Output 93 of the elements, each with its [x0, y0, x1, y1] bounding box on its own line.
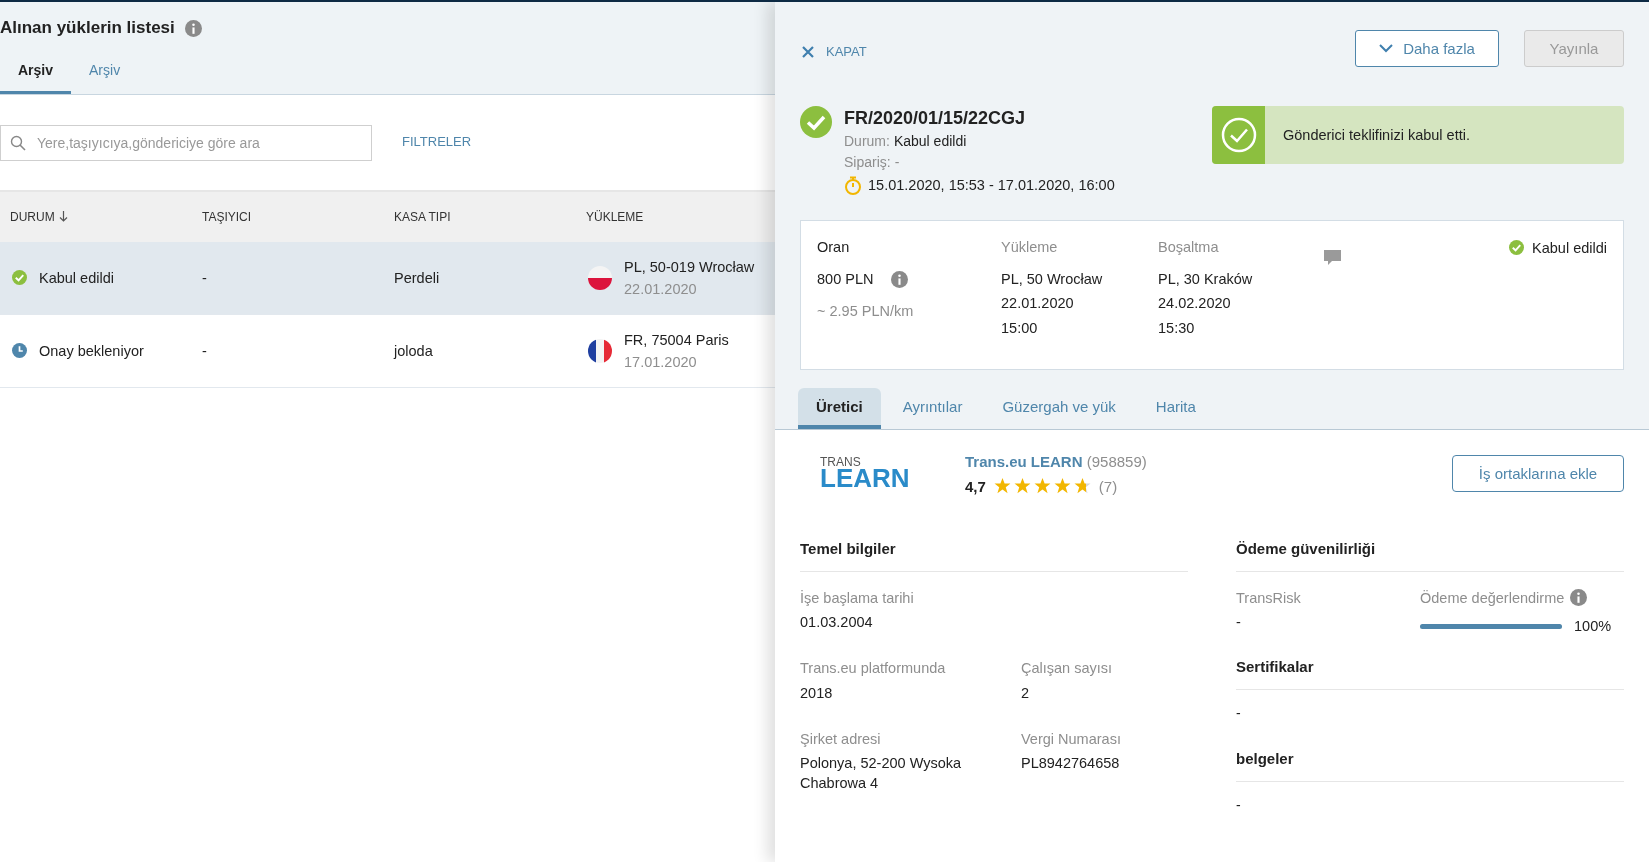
loading-label: Yükleme — [1001, 237, 1059, 257]
info-icon[interactable] — [891, 270, 909, 288]
order-label: Sipariş: — [844, 152, 891, 172]
search-field[interactable]: Yere,taşıyıcıya,göndericiye göre ara — [0, 124, 372, 161]
star-icon — [1053, 478, 1071, 495]
check-circle-icon — [12, 270, 27, 286]
star-icon — [993, 478, 1011, 495]
loading-date: 22.01.2020 — [624, 280, 698, 299]
check-circle-icon — [800, 106, 832, 138]
loading-detail: 22.01.2020 — [1001, 294, 1075, 314]
field-value: PL8942764658 — [1021, 754, 1121, 774]
company-logo: TRANS LEARN — [819, 456, 911, 491]
loading-date: 17.01.2020 — [624, 353, 698, 372]
field-label: Çalışan sayısı — [1021, 659, 1114, 679]
notice-text: Gönderici teklifinizi kabul etti. — [1283, 125, 1470, 145]
table-cell-text: Perdeli — [394, 268, 440, 288]
table-row[interactable]: Kabul edildi - Perdeli PL, 50-019 Wrocław 22.01.2020 — [0, 242, 775, 315]
sort-arrow-icon[interactable] — [58, 211, 68, 223]
period-text: 15.01.2020, 15:53 - 17.01.2020, 16:00 — [868, 176, 1115, 196]
unloading-label: Boşaltma — [1158, 237, 1220, 257]
status-text: Onay bekleniyor — [39, 341, 144, 361]
info-icon[interactable] — [184, 19, 202, 37]
unloading-detail: 24.02.2020 — [1158, 294, 1232, 314]
field-value: 2018 — [800, 683, 834, 703]
column-header[interactable]: YÜKLEME — [586, 208, 644, 226]
section-title: Sertifikalar — [1236, 648, 1624, 691]
section-title: Temel bilgiler — [800, 517, 1188, 572]
table-cell-text: joloda — [394, 341, 433, 361]
percent-text: 100% — [1574, 616, 1612, 636]
field-label: TransRisk — [1236, 588, 1302, 608]
status-value: Kabul edildi — [893, 132, 967, 152]
filters-link[interactable]: FILTRELER — [402, 133, 472, 152]
star-icon — [1073, 478, 1091, 495]
page-title: Alınan yüklerin listesi — [0, 17, 175, 40]
table-row[interactable]: Onay bekleniyor - joloda FR, 75004 Paris 17.01.2020 — [0, 315, 775, 388]
tab[interactable]: Üretici — [798, 387, 881, 429]
field-value: 01.03.2004 — [800, 612, 874, 632]
table-cell-text: - — [202, 268, 207, 288]
chevron-down-icon — [1379, 43, 1394, 53]
field-label: İşe başlama tarihi — [800, 588, 915, 608]
close-button[interactable]: KAPAT — [802, 42, 867, 62]
section-title: belgeler — [1236, 739, 1624, 782]
loading-detail: PL, 50 Wrocław — [1001, 269, 1104, 289]
field-label: Trans.eu platformunda — [800, 659, 947, 679]
column-header[interactable]: TAŞIYICI — [202, 208, 252, 226]
field-value: - — [1236, 796, 1241, 813]
rate-per-km: ~ 2.95 PLN/km — [817, 302, 915, 322]
more-button[interactable]: Daha fazla — [1355, 29, 1499, 67]
stopwatch-icon — [844, 176, 862, 195]
flag-icon — [588, 339, 612, 363]
field-value: 2 — [1021, 683, 1031, 703]
add-partner-button[interactable]: İş ortaklarına ekle — [1452, 455, 1624, 493]
order-value: - — [894, 152, 900, 172]
order-id: FR/2020/01/15/22CGJ — [844, 107, 1027, 130]
star-icon — [1033, 478, 1051, 495]
field-label: Şirket adresi — [800, 729, 882, 749]
tab[interactable]: Arşiv — [71, 61, 139, 94]
rate-label: Oran — [817, 237, 851, 257]
column-header[interactable]: KASA TIPI — [394, 208, 451, 226]
field-value: Polonya, 52-200 Wysoka Chabrowa 4 — [800, 754, 963, 794]
field-label: Ödeme değerlendirme — [1420, 588, 1565, 608]
info-icon[interactable] — [1570, 589, 1588, 607]
unloading-detail: 15:30 — [1158, 318, 1196, 338]
clock-icon — [12, 343, 27, 359]
rating-value: 4,7 — [965, 476, 986, 497]
field-label: Vergi Numarası — [1021, 729, 1122, 749]
status-text: Kabul edildi — [39, 268, 114, 288]
rate-value: 800 PLN — [817, 269, 874, 289]
check-circle-icon — [1509, 240, 1524, 256]
unloading-detail: PL, 30 Kraków — [1158, 269, 1254, 289]
section-title: Ödeme güvenilirliği — [1236, 517, 1624, 572]
flag-icon — [588, 266, 612, 290]
tab[interactable]: Ayrıntılar — [884, 387, 981, 429]
loading-place: FR, 75004 Paris — [624, 330, 729, 350]
review-count[interactable]: (7) — [1098, 475, 1118, 497]
status-label: Durum: — [844, 132, 890, 152]
close-icon — [802, 46, 814, 58]
tab[interactable]: Güzergah ve yük — [984, 387, 1134, 429]
field-value: - — [1236, 705, 1241, 722]
field-value: - — [1236, 612, 1242, 632]
search-icon — [10, 134, 26, 151]
table-cell-text: - — [202, 341, 207, 361]
tab[interactable]: Harita — [1137, 387, 1214, 429]
loading-place: PL, 50-019 Wrocław — [624, 257, 755, 277]
star-icon — [1013, 478, 1031, 495]
loading-detail: 15:00 — [1001, 318, 1039, 338]
company-name-link[interactable]: Trans.eu LEARN — [965, 452, 1083, 470]
offer-status: Kabul edildi — [1532, 238, 1607, 258]
company-number: (958859) — [1086, 452, 1147, 470]
comment-icon[interactable] — [1323, 248, 1342, 266]
check-circle-icon — [1220, 117, 1257, 153]
tab[interactable]: Arşiv — [0, 61, 72, 94]
column-header[interactable]: DURUM — [10, 208, 55, 226]
